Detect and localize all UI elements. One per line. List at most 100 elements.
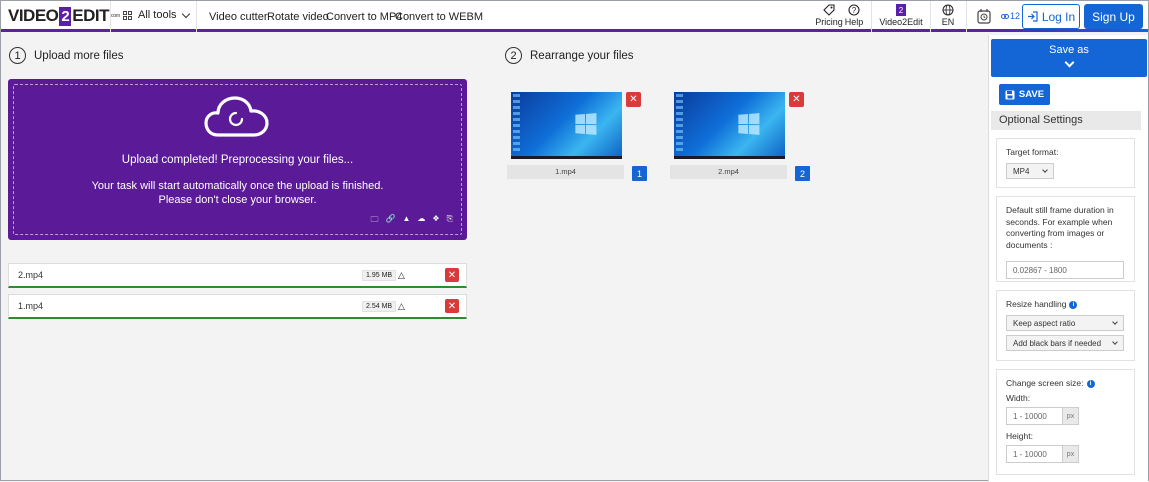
- black-bars-select[interactable]: Add black bars if needed: [1006, 335, 1124, 351]
- language-selector[interactable]: EN: [938, 4, 958, 27]
- nav-convert-to-webm[interactable]: Convert to WEBM: [395, 11, 483, 23]
- step-number: 2: [505, 47, 522, 64]
- screen-size-label-text: Change screen size:: [1006, 378, 1084, 388]
- folder-icon[interactable]: 🗀: [371, 214, 379, 228]
- divider: [871, 1, 872, 32]
- step-title: Rearrange your files: [530, 49, 634, 62]
- frame-duration-card: Default still frame duration in seconds.…: [996, 196, 1135, 282]
- remove-thumbnail-button[interactable]: ✕: [789, 92, 804, 107]
- history-button[interactable]: [976, 8, 992, 27]
- divider: [930, 1, 931, 32]
- grid-icon: [123, 10, 132, 20]
- signup-button[interactable]: Sign Up: [1084, 4, 1143, 29]
- url-link-icon[interactable]: 🔗: [386, 214, 396, 228]
- help-icon: ?: [848, 4, 860, 16]
- help-link[interactable]: ? Help: [844, 4, 864, 27]
- height-input[interactable]: 1 - 10000: [1006, 445, 1063, 463]
- resize-mode-select[interactable]: Keep aspect ratio: [1006, 315, 1124, 331]
- tag-icon: [823, 4, 835, 16]
- clock-history-icon: [977, 9, 991, 24]
- video2edit-label: Video2Edit: [879, 17, 923, 27]
- upload-info-line2: Please don't close your browser.: [158, 194, 317, 206]
- nav-rotate-video[interactable]: Rotate video: [267, 11, 329, 23]
- chevron-down-icon: [181, 9, 190, 18]
- video2edit-logo[interactable]: VIDEO 2 EDIT .com: [8, 6, 120, 26]
- chevron-down-icon: [1064, 57, 1074, 68]
- help-label: Help: [844, 17, 864, 27]
- nav-convert-to-mp4[interactable]: Convert to MP4: [326, 11, 402, 23]
- black-bars-value: Add black bars if needed: [1013, 338, 1102, 348]
- drive-save-icon[interactable]: △: [398, 270, 405, 281]
- file-thumbnail[interactable]: ✕ 2.mp4 2: [670, 92, 811, 181]
- resize-label-text: Resize handling: [1006, 299, 1067, 309]
- resize-mode-value: Keep aspect ratio: [1013, 318, 1076, 328]
- desktop-icons: [513, 94, 520, 152]
- target-format-label: Target format:: [1006, 147, 1059, 157]
- upload-status-text: Upload completed! Preprocessing your fil…: [121, 154, 354, 166]
- target-format-select[interactable]: MP4: [1006, 163, 1054, 179]
- logo-text-edit: EDIT: [72, 6, 109, 25]
- resize-handling-card: Resize handling i Keep aspect ratio Add b…: [996, 290, 1135, 361]
- app-icon: 2: [896, 4, 906, 16]
- chevron-down-icon: [1042, 167, 1048, 173]
- target-format-value: MP4: [1013, 166, 1030, 176]
- divider: [966, 1, 967, 32]
- windows-logo-icon: [575, 113, 597, 135]
- frame-duration-label: Default still frame duration in seconds.…: [1006, 205, 1114, 250]
- frame-duration-input[interactable]: 0.02867 - 1800: [1006, 261, 1124, 279]
- save-label: SAVE: [1018, 89, 1045, 100]
- login-icon: [1027, 11, 1038, 22]
- width-input[interactable]: 1 - 10000: [1006, 407, 1063, 425]
- login-button[interactable]: Log In: [1022, 4, 1080, 29]
- remove-file-button[interactable]: ✕: [445, 268, 459, 282]
- thumbnail-caption: 1.mp4: [507, 165, 624, 179]
- order-number: 1: [632, 166, 647, 181]
- target-format-card: Target format: MP4: [996, 138, 1135, 188]
- logo-text-2: 2: [59, 6, 72, 26]
- globe-icon: [942, 4, 954, 16]
- order-number: 2: [795, 166, 810, 181]
- video-preview-image: [511, 92, 622, 159]
- remove-file-button[interactable]: ✕: [445, 299, 459, 313]
- screen-size-label: Change screen size: i: [1006, 378, 1125, 388]
- clipboard-icon[interactable]: ⎘: [447, 214, 453, 228]
- info-icon[interactable]: i: [1069, 300, 1078, 309]
- language-label: EN: [941, 17, 955, 27]
- upload-info-line1: Your task will start automatically once …: [91, 180, 384, 192]
- windows-logo-icon: [738, 113, 760, 135]
- divider: [196, 1, 197, 32]
- remove-thumbnail-button[interactable]: ✕: [626, 92, 641, 107]
- all-tools-dropdown[interactable]: All tools: [123, 9, 190, 21]
- drive-save-icon[interactable]: △: [398, 301, 405, 312]
- task-count: 12: [1010, 11, 1021, 21]
- upload-dropzone[interactable]: Upload completed! Preprocessing your fil…: [8, 79, 467, 240]
- nav-video-cutter[interactable]: Video cutter: [209, 11, 268, 23]
- pricing-link[interactable]: Pricing: [815, 4, 843, 27]
- info-icon[interactable]: i: [1086, 379, 1095, 388]
- optional-settings-heading: Optional Settings: [991, 111, 1141, 130]
- width-label: Width:: [1006, 393, 1031, 403]
- task-count-badge[interactable]: 12: [1001, 11, 1020, 21]
- video-preview-image: [674, 92, 785, 159]
- file-name: 2.mp4: [18, 270, 44, 280]
- google-drive-icon[interactable]: ▲: [403, 214, 411, 228]
- save-button[interactable]: SAVE: [999, 84, 1050, 105]
- save-as-button[interactable]: Save as: [991, 39, 1147, 77]
- upload-source-icons: 🗀 🔗 ▲ ☁ ❖ ⎘: [371, 214, 453, 228]
- logo-small-text: .com: [109, 13, 120, 19]
- uploaded-file-row: 1.mp4 2.54 MB △ ✕: [8, 294, 467, 319]
- onedrive-icon[interactable]: ☁: [417, 214, 425, 228]
- cloud-upload-icon: [204, 96, 269, 137]
- px-unit: px: [1063, 445, 1079, 463]
- dropbox-icon[interactable]: ❖: [432, 214, 439, 228]
- px-unit: px: [1063, 407, 1079, 425]
- taskbar: [674, 156, 785, 159]
- thumbnail-caption: 2.mp4: [670, 165, 787, 179]
- step-title: Upload more files: [34, 49, 124, 62]
- screen-size-card: Change screen size: i Width: 1 - 10000 px…: [996, 369, 1135, 475]
- video2edit-app-link[interactable]: 2 Video2Edit: [878, 4, 924, 27]
- file-thumbnail[interactable]: ✕ 1.mp4 1: [507, 92, 648, 181]
- svg-text:?: ?: [852, 6, 857, 15]
- width-field: 1 - 10000 px: [1006, 407, 1125, 425]
- svg-text:2: 2: [899, 6, 904, 15]
